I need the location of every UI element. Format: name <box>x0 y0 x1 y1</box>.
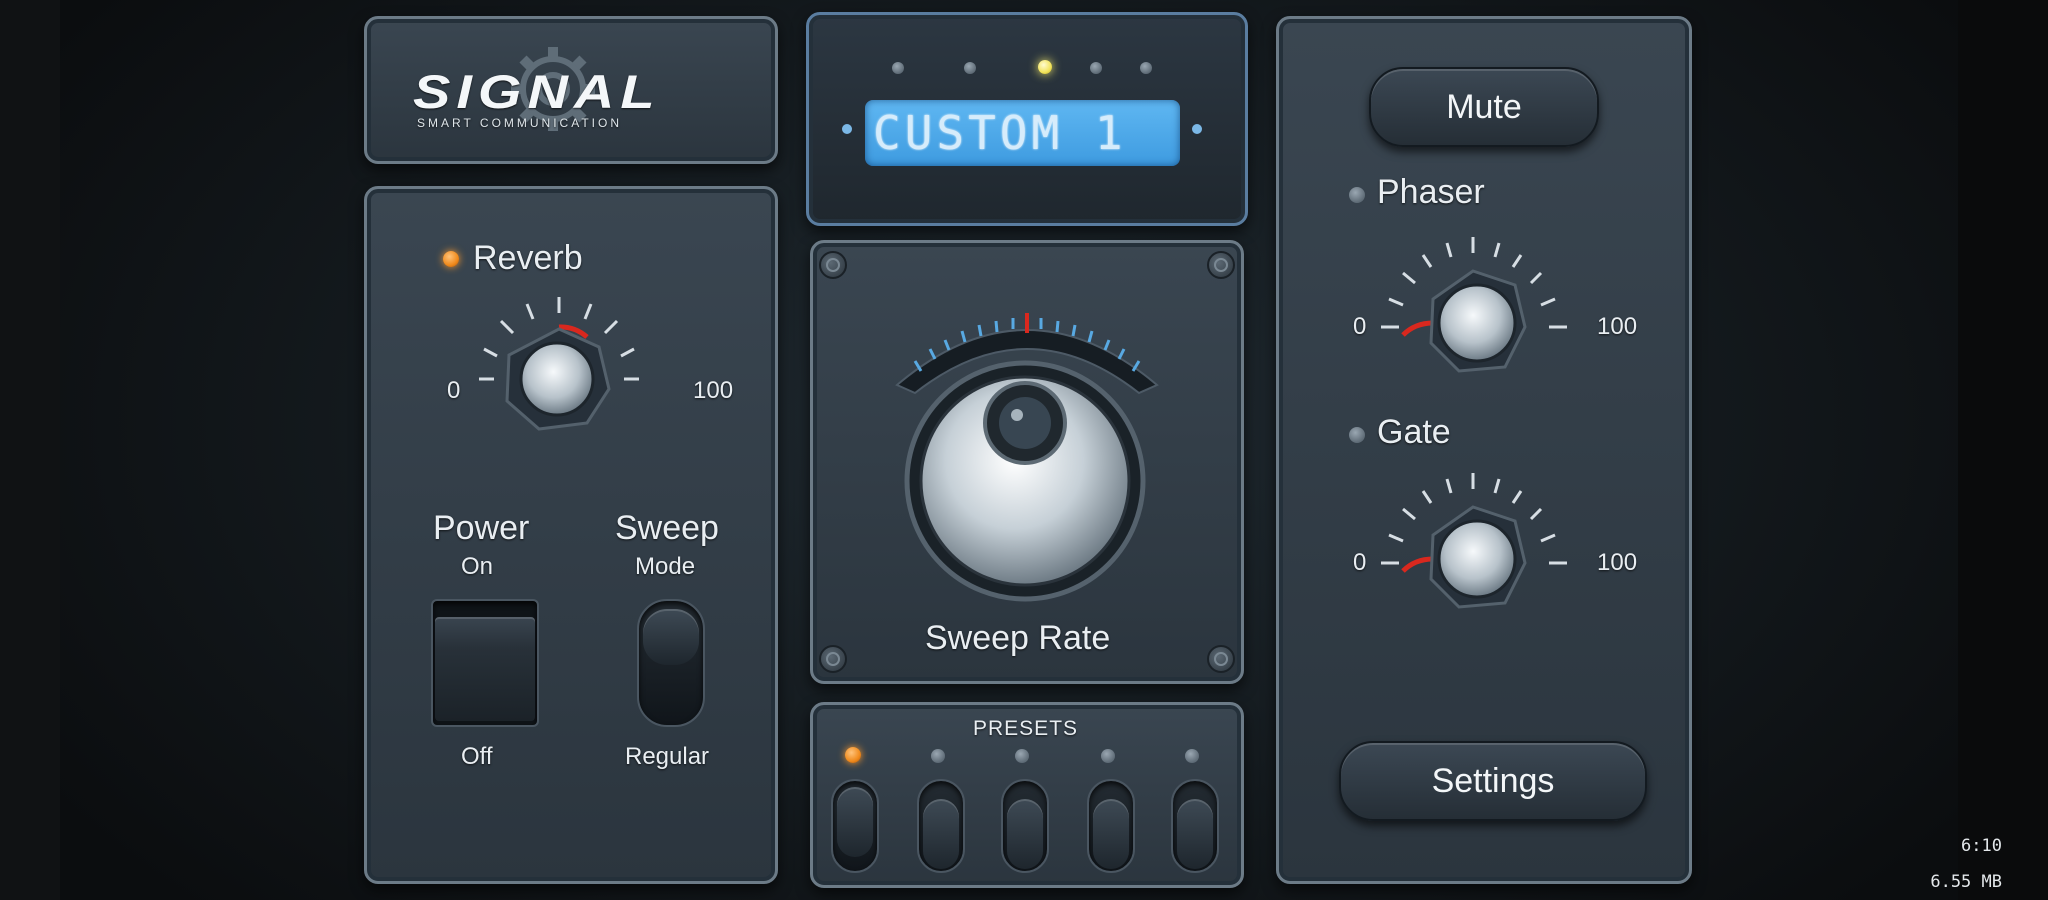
settings-button[interactable]: Settings <box>1339 741 1647 821</box>
preset-led-1 <box>845 747 861 763</box>
reverb-led <box>443 251 459 267</box>
preset-led-4 <box>1101 749 1115 763</box>
sweep-rate-panel: Sweep Rate <box>810 240 1244 684</box>
preset-name-display: CUSTOM 1 <box>865 100 1180 166</box>
preset-switch-3[interactable] <box>1001 779 1049 873</box>
display-dot <box>892 62 904 74</box>
mute-button[interactable]: Mute <box>1369 67 1599 147</box>
phaser-led <box>1349 187 1365 203</box>
phaser-knob[interactable] <box>1369 219 1609 399</box>
preset-lever <box>1177 799 1213 869</box>
reverb-knob[interactable] <box>439 289 689 489</box>
brand-tagline: SMART COMMUNICATION <box>417 116 623 130</box>
presets-panel: PRESETS <box>810 702 1244 888</box>
preset-led-3 <box>1015 749 1029 763</box>
gate-label: Gate <box>1377 413 1451 451</box>
left-edge <box>0 0 60 900</box>
screw-icon <box>819 645 847 673</box>
power-switch-rocker <box>435 617 535 721</box>
status-time: 6:10 <box>1961 836 2002 856</box>
logo-panel: SIGNAL SMART COMMUNICATION <box>364 16 778 164</box>
sweep-mode-switch[interactable] <box>637 599 705 727</box>
display-dot-active <box>1038 60 1052 74</box>
preset-led-5 <box>1185 749 1199 763</box>
preset-switch-2[interactable] <box>917 779 965 873</box>
power-on-label: On <box>461 553 494 580</box>
lcd-arrow-left[interactable] <box>842 124 852 134</box>
preset-lever <box>923 799 959 869</box>
preset-led-2 <box>931 749 945 763</box>
sweep-label: Sweep <box>615 509 719 547</box>
right-edge <box>1958 0 2048 900</box>
power-off-label: Off <box>461 743 493 770</box>
preset-lever <box>837 787 873 857</box>
sweep-rate-knob[interactable] <box>885 343 1165 603</box>
brand-logo: SIGNAL <box>413 64 661 119</box>
reverb-min: 0 <box>447 377 461 404</box>
screw-icon <box>1207 645 1235 673</box>
left-control-panel: Reverb 0 100 Power On Off Sweep Mode Reg… <box>364 186 778 884</box>
gate-knob[interactable] <box>1369 459 1609 639</box>
display-dot <box>1090 62 1102 74</box>
gate-min: 0 <box>1353 549 1367 576</box>
sweep-rate-label: Sweep Rate <box>925 619 1111 657</box>
right-control-panel: Mute Phaser 0 100 Gate 0 100 Settings <box>1276 16 1692 884</box>
preset-switch-5[interactable] <box>1171 779 1219 873</box>
power-label: Power <box>433 509 530 547</box>
reverb-label: Reverb <box>473 239 583 277</box>
phaser-label: Phaser <box>1377 173 1485 211</box>
sweep-mode-label: Mode <box>635 553 696 580</box>
preset-switch-4[interactable] <box>1087 779 1135 873</box>
display-dot <box>964 62 976 74</box>
presets-title: PRESETS <box>973 717 1079 740</box>
gate-max: 100 <box>1597 549 1638 576</box>
power-switch[interactable] <box>431 599 539 727</box>
status-memory: 6.55 MB <box>1930 872 2002 892</box>
gate-led <box>1349 427 1365 443</box>
reverb-max: 100 <box>693 377 734 404</box>
phaser-max: 100 <box>1597 313 1638 340</box>
preset-lever <box>1093 799 1129 869</box>
phaser-min: 0 <box>1353 313 1367 340</box>
lcd-arrow-right[interactable] <box>1192 124 1202 134</box>
preset-lever <box>1007 799 1043 869</box>
sweep-regular-label: Regular <box>625 743 710 770</box>
display-dot <box>1140 62 1152 74</box>
screw-icon <box>1207 251 1235 279</box>
preset-switch-1[interactable] <box>831 779 879 873</box>
screw-icon <box>819 251 847 279</box>
sweep-mode-lever <box>643 609 699 665</box>
